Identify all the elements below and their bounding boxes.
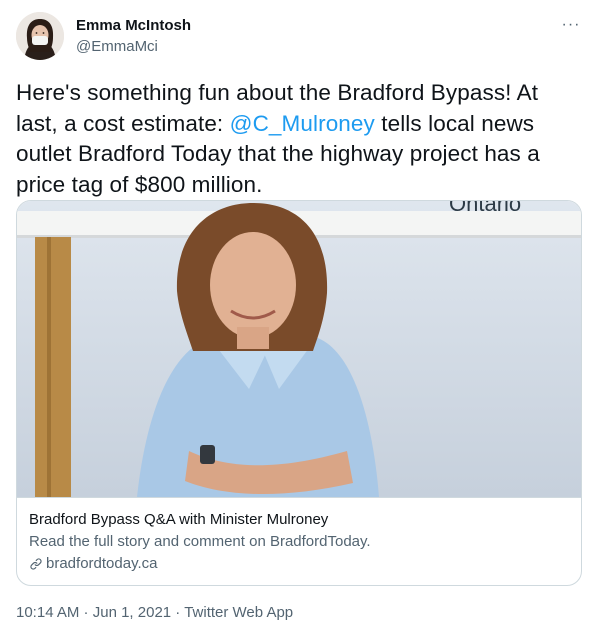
sign-text: Ontario <box>449 201 521 216</box>
tweet-source[interactable]: Twitter Web App <box>184 604 293 621</box>
tweet: Emma McIntosh @EmmaMci ··· Here's someth… <box>0 0 598 634</box>
card-domain: bradfordtoday.ca <box>46 555 158 572</box>
more-options-button[interactable]: ··· <box>560 14 582 36</box>
link-icon <box>30 558 42 570</box>
tweet-text: Here's something fun about the Bradford … <box>16 78 582 200</box>
tweet-time[interactable]: 10:14 AM <box>16 604 79 621</box>
tweet-metadata: 10:14 AM · Jun 1, 2021 · Twitter Web App <box>16 603 293 623</box>
article-photo-icon: Ontario <box>17 201 581 497</box>
card-domain-row: bradfordtoday.ca <box>29 554 569 574</box>
meta-separator: · <box>171 604 185 621</box>
avatar-photo-icon <box>16 12 64 60</box>
card-details: Bradford Bypass Q&A with Minister Mulron… <box>17 497 581 585</box>
tweet-date[interactable]: Jun 1, 2021 <box>93 604 171 621</box>
card-title: Bradford Bypass Q&A with Minister Mulron… <box>29 511 329 528</box>
mention-link[interactable]: @C_Mulroney <box>230 111 375 136</box>
author-handle[interactable]: @EmmaMci <box>76 38 191 56</box>
more-options-icon: ··· <box>561 16 581 33</box>
link-preview-card[interactable]: Ontario Bradford Bypass Q&A with Ministe… <box>16 200 582 586</box>
meta-separator: · <box>79 604 93 621</box>
author-info: Emma McIntosh @EmmaMci <box>76 17 191 56</box>
author-avatar[interactable] <box>16 12 64 60</box>
card-description: Read the full story and comment on Bradf… <box>29 533 371 550</box>
author-name[interactable]: Emma McIntosh <box>76 17 191 35</box>
